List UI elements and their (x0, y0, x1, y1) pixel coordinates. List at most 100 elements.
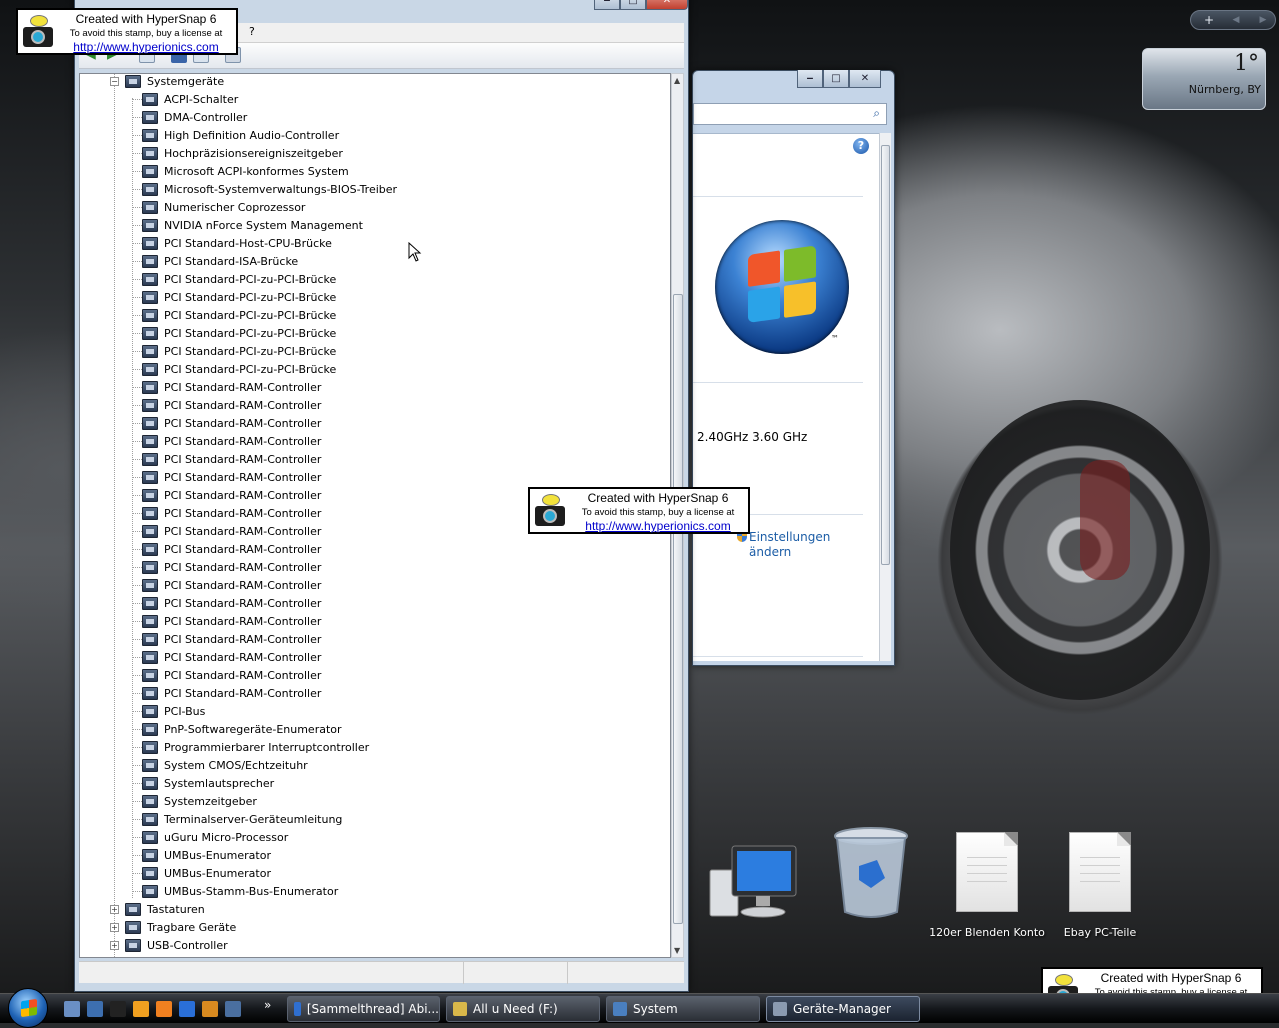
tree-device-item[interactable]: Systemlautsprecher (142, 774, 274, 792)
task-browser[interactable]: [Sammelthread] Abi... (287, 996, 440, 1022)
minimize-button[interactable]: ‒ (797, 70, 823, 88)
quick-launch-icon[interactable] (179, 1001, 195, 1017)
minimize-button[interactable]: ‒ (594, 0, 620, 10)
tree-device-item[interactable]: PCI Standard-RAM-Controller (142, 414, 321, 432)
maximize-button[interactable]: □ (620, 0, 646, 10)
tree-device-item[interactable]: NVIDIA nForce System Management (142, 216, 363, 234)
system-window[interactable]: ‒ □ ✕ ⌕ ? ™ 2.40GHz 3.60 GHz Einstellung… (692, 70, 895, 666)
maximize-button[interactable]: □ (823, 70, 849, 88)
tree-device-item[interactable]: Microsoft ACPI-konformes System (142, 162, 349, 180)
tree-device-item[interactable]: Microsoft-Systemverwaltungs-BIOS-Treiber (142, 180, 397, 198)
task-system[interactable]: System (606, 996, 760, 1022)
search-icon[interactable]: ⌕ (873, 106, 880, 121)
menu-help[interactable]: ? (249, 25, 255, 38)
start-button[interactable] (8, 988, 48, 1028)
tree-device-item[interactable]: PCI Standard-RAM-Controller (142, 396, 321, 414)
scroll-up-arrow-icon[interactable]: ▲ (674, 76, 680, 85)
tree-device-item[interactable]: PCI Standard-RAM-Controller (142, 432, 321, 450)
tree-node-label: PCI-Bus (164, 704, 206, 718)
task-explorer[interactable]: All u Need (F:) (446, 996, 600, 1022)
change-settings-link[interactable]: Einstellungen ändern (737, 530, 830, 560)
tree-device-item[interactable]: UMBus-Stamm-Bus-Enumerator (142, 882, 338, 900)
tree-expander[interactable]: + (110, 922, 119, 932)
sidebar-prev-button[interactable]: ◀ (1227, 15, 1245, 25)
tree-category-systemgeraete[interactable]: − Systemgeräte (110, 74, 224, 90)
tree-device-item[interactable]: UMBus-Enumerator (142, 864, 271, 882)
tree-device-item[interactable]: PCI Standard-RAM-Controller (142, 468, 321, 486)
quick-launch-icon[interactable] (64, 1001, 80, 1017)
tree-device-item[interactable]: PCI Standard-PCI-zu-PCI-Brücke (142, 360, 336, 378)
desktop-document-ebay[interactable]: Ebay PC-Teile (1050, 832, 1150, 939)
tree-expander[interactable]: + (110, 940, 119, 950)
tree-guide-line (133, 639, 142, 640)
scroll-down-arrow-icon[interactable]: ▼ (674, 946, 680, 955)
quick-launch-icon[interactable] (87, 1001, 103, 1017)
tree-device-item[interactable]: PCI Standard-RAM-Controller (142, 648, 321, 666)
tree-device-item[interactable]: PCI Standard-ISA-Brücke (142, 252, 298, 270)
tree-device-item[interactable]: PCI Standard-RAM-Controller (142, 504, 321, 522)
help-icon[interactable]: ? (853, 138, 869, 154)
tree-device-item[interactable]: PCI Standard-PCI-zu-PCI-Brücke (142, 288, 336, 306)
sidebar-next-button[interactable]: ▶ (1254, 15, 1272, 25)
tree-expander[interactable]: − (110, 76, 119, 86)
tree-device-item[interactable]: PnP-Softwaregeräte-Enumerator (142, 720, 342, 738)
system-scrollbar[interactable] (879, 133, 891, 661)
close-button[interactable]: ✕ (646, 0, 688, 10)
stamp-url[interactable]: http://www.hyperionics.com (570, 519, 746, 533)
task-label: All u Need (F:) (473, 1002, 558, 1016)
tree-device-item[interactable]: PCI Standard-RAM-Controller (142, 684, 321, 702)
tree-device-item[interactable]: PCI Standard-RAM-Controller (142, 630, 321, 648)
tree-device-item[interactable]: PCI Standard-RAM-Controller (142, 378, 321, 396)
tree-device-item[interactable]: PCI Standard-PCI-zu-PCI-Brücke (142, 270, 336, 288)
tree-device-item[interactable]: PCI Standard-RAM-Controller (142, 612, 321, 630)
tree-guide-line (133, 513, 142, 514)
tree-device-item[interactable]: PCI Standard-PCI-zu-PCI-Brücke (142, 342, 336, 360)
quick-launch-icon[interactable] (202, 1001, 218, 1017)
tree-device-item[interactable]: PCI Standard-RAM-Controller (142, 666, 321, 684)
tree-device-item[interactable]: PCI Standard-RAM-Controller (142, 486, 321, 504)
tree-device-item[interactable]: High Definition Audio-Controller (142, 126, 339, 144)
tree-device-item[interactable]: PCI Standard-RAM-Controller (142, 450, 321, 468)
quick-launch-chevron[interactable]: » (264, 998, 271, 1012)
sidebar-add-button[interactable]: + (1200, 13, 1218, 27)
quick-launch-icon[interactable] (110, 1001, 126, 1017)
desktop-recycle-bin[interactable] (826, 826, 916, 925)
tree-category-item[interactable]: + Tastaturen (110, 900, 205, 918)
close-button[interactable]: ✕ (849, 70, 881, 88)
tree-device-item[interactable]: Hochpräzisionsereigniszeitgeber (142, 144, 343, 162)
tree-device-item[interactable]: System CMOS/Echtzeituhr (142, 756, 308, 774)
tree-expander[interactable]: + (110, 904, 119, 914)
tree-device-item[interactable]: PCI Standard-Host-CPU-Brücke (142, 234, 332, 252)
desktop-computer-icon[interactable] (704, 842, 804, 927)
tree-device-item[interactable]: UMBus-Enumerator (142, 846, 271, 864)
tree-device-item[interactable]: ACPI-Schalter (142, 90, 238, 108)
device-icon (142, 650, 158, 664)
tree-device-item[interactable]: DMA-Controller (142, 108, 247, 126)
system-search-input[interactable]: ⌕ (693, 103, 887, 125)
scrollbar-thumb[interactable] (673, 294, 683, 924)
tree-category-item[interactable]: + USB-Controller (110, 936, 228, 954)
stamp-url[interactable]: http://www.hyperionics.com (58, 40, 234, 54)
desktop-document-120er[interactable]: 120er Blenden Konto (928, 832, 1046, 939)
scrollbar-thumb[interactable] (881, 145, 890, 565)
tree-category-item[interactable]: + Tragbare Geräte (110, 918, 236, 936)
tree-device-item[interactable]: PCI Standard-RAM-Controller (142, 594, 321, 612)
tree-device-item[interactable]: PCI Standard-RAM-Controller (142, 576, 321, 594)
quick-launch-icon[interactable] (133, 1001, 149, 1017)
quick-launch-icon[interactable] (156, 1001, 172, 1017)
tree-device-item[interactable]: PCI-Bus (142, 702, 205, 720)
tree-device-item[interactable]: PCI Standard-PCI-zu-PCI-Brücke (142, 306, 336, 324)
tree-device-item[interactable]: Systemzeitgeber (142, 792, 257, 810)
tree-category-partial[interactable]: + (110, 954, 147, 957)
tree-device-item[interactable]: PCI Standard-RAM-Controller (142, 558, 321, 576)
quick-launch-icon[interactable] (225, 1001, 241, 1017)
tree-device-item[interactable]: PCI Standard-PCI-zu-PCI-Brücke (142, 324, 336, 342)
tree-device-item[interactable]: Terminalserver-Geräteumleitung (142, 810, 342, 828)
task-device-manager[interactable]: Geräte-Manager (766, 996, 920, 1022)
tree-device-item[interactable]: uGuru Micro-Processor (142, 828, 288, 846)
tree-device-item[interactable]: PCI Standard-RAM-Controller (142, 522, 321, 540)
tree-device-item[interactable]: Programmierbarer Interruptcontroller (142, 738, 369, 756)
tree-device-item[interactable]: Numerischer Coprozessor (142, 198, 305, 216)
weather-gadget[interactable]: 1° Nürnberg, BY (1142, 48, 1266, 110)
tree-device-item[interactable]: PCI Standard-RAM-Controller (142, 540, 321, 558)
